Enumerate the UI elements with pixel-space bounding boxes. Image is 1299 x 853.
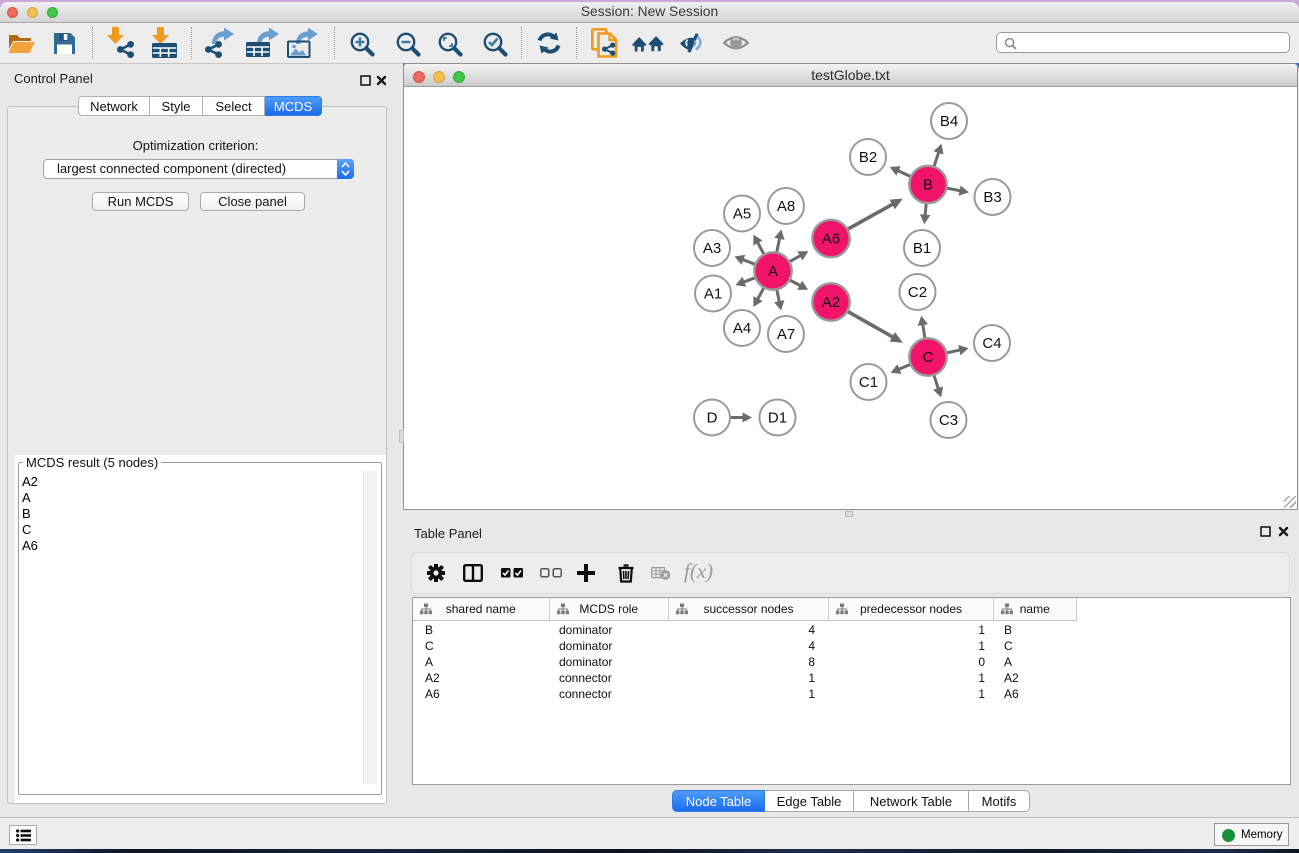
svg-text:A7: A7 [777, 326, 795, 343]
svg-text:f(x): f(x) [684, 561, 713, 583]
svg-text:C4: C4 [982, 335, 1001, 352]
svg-text:B: B [923, 177, 933, 194]
svg-text:C2: C2 [908, 284, 927, 301]
svg-text:A6: A6 [822, 231, 840, 248]
svg-text:B3: B3 [983, 189, 1001, 206]
svg-text:B4: B4 [940, 113, 958, 130]
svg-text:A5: A5 [733, 206, 751, 223]
svg-text:D: D [707, 410, 718, 427]
svg-text:D1: D1 [768, 410, 787, 427]
svg-text:C3: C3 [939, 412, 958, 429]
svg-text:C1: C1 [859, 374, 878, 391]
svg-text:A4: A4 [733, 320, 751, 337]
svg-text:B1: B1 [913, 240, 931, 257]
svg-text:A3: A3 [703, 240, 721, 257]
svg-text:B2: B2 [859, 149, 877, 166]
svg-text:A2: A2 [822, 294, 840, 311]
svg-text:A8: A8 [777, 198, 795, 215]
svg-text:C: C [923, 349, 934, 366]
svg-text:A1: A1 [704, 286, 722, 303]
svg-text:A: A [768, 263, 778, 280]
